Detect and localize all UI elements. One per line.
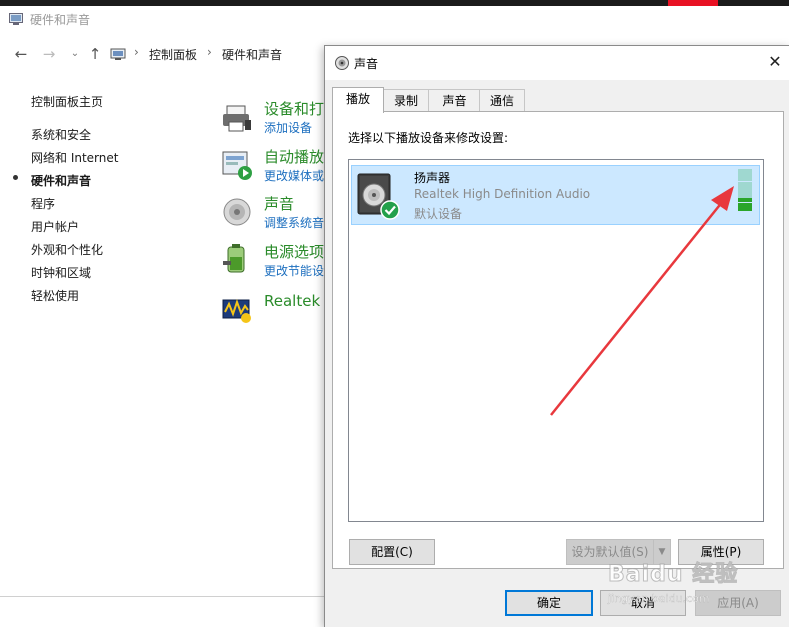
category-power-link[interactable]: 更改节能设 [264, 262, 324, 279]
sidebar-item-appearance[interactable]: 外观和个性化 [31, 241, 103, 258]
battery-icon[interactable] [221, 243, 253, 275]
sidebar-item-user-accounts[interactable]: 用户帐户 [31, 218, 79, 235]
device-status: 默认设备 [414, 207, 463, 221]
window-title: 硬件和声音 [30, 13, 91, 27]
breadcrumb-hardware-sound[interactable]: 硬件和声音 [222, 46, 282, 63]
up-arrow-icon[interactable]: ↑ [86, 45, 104, 63]
apply-button[interactable]: 应用(A) [695, 590, 781, 616]
tab-recording[interactable]: 录制 [382, 89, 430, 112]
control-panel-icon [9, 13, 23, 25]
tab-sounds[interactable]: 声音 [428, 89, 481, 112]
category-autoplay-link[interactable]: 更改媒体或 [264, 167, 324, 184]
sound-dialog: 声音 ✕ 播放 录制 声音 通信 选择以下播放设备来修改设置: 扬声器 Real… [324, 45, 789, 627]
category-devices-title[interactable]: 设备和打 [264, 98, 324, 119]
set-default-button[interactable]: 设为默认值(S) [566, 539, 654, 565]
device-item-speaker[interactable]: 扬声器 Realtek High Definition Audio 默认设备 [351, 165, 760, 225]
category-autoplay-title[interactable]: 自动播放 [264, 146, 324, 167]
category-sound-title[interactable]: 声音 [264, 193, 294, 214]
speaker-device-icon [356, 172, 400, 220]
cancel-button[interactable]: 取消 [600, 590, 686, 616]
properties-button[interactable]: 属性(P) [678, 539, 764, 565]
ok-button[interactable]: 确定 [505, 590, 593, 616]
sidebar-item-network[interactable]: 网络和 Internet [31, 149, 118, 166]
speaker-icon[interactable] [221, 196, 253, 228]
close-icon[interactable]: ✕ [765, 52, 785, 72]
autoplay-icon[interactable] [221, 149, 253, 181]
dialog-title: 声音 [354, 57, 379, 71]
breadcrumb-control-panel[interactable]: 控制面板 [149, 46, 197, 63]
category-power-title[interactable]: 电源选项 [264, 241, 324, 262]
configure-button[interactable]: 配置(C) [349, 539, 435, 565]
category-sound-link[interactable]: 调整系统音 [264, 214, 324, 231]
control-panel-titlebar: 硬件和声音 [0, 6, 789, 32]
device-name: 扬声器 [414, 171, 451, 185]
current-item-bullet [13, 175, 18, 180]
forward-arrow-icon[interactable]: → [40, 45, 58, 63]
tab-playback[interactable]: 播放 [332, 87, 384, 113]
device-list[interactable]: 扬声器 Realtek High Definition Audio 默认设备 [348, 159, 764, 522]
category-realtek-title[interactable]: Realtek [264, 292, 320, 310]
sidebar-item-system-security[interactable]: 系统和安全 [31, 126, 91, 143]
sidebar-item-programs[interactable]: 程序 [31, 195, 55, 212]
sidebar-home-link[interactable]: 控制面板主页 [31, 93, 103, 110]
instruction-text: 选择以下播放设备来修改设置: [348, 131, 509, 145]
device-description: Realtek High Definition Audio [414, 187, 591, 201]
chevron-down-icon[interactable]: ⌄ [66, 45, 84, 63]
sidebar-item-clock-region[interactable]: 时钟和区域 [31, 264, 91, 281]
playback-tab-panel: 选择以下播放设备来修改设置: 扬声器 Realtek High Definiti [332, 111, 784, 569]
breadcrumb-separator-icon: › [134, 45, 139, 59]
printer-icon[interactable] [221, 102, 253, 134]
dialog-titlebar: 声音 ✕ [325, 46, 789, 80]
sidebar-item-hardware-sound[interactable]: 硬件和声音 [31, 172, 91, 189]
category-devices-link[interactable]: 添加设备 [264, 119, 312, 136]
breadcrumb-separator-icon: › [207, 45, 212, 59]
volume-level-bar [738, 206, 752, 211]
set-default-dropdown-icon[interactable]: ▼ [653, 539, 671, 565]
back-arrow-icon[interactable]: ← [12, 45, 30, 63]
realtek-audio-icon[interactable] [221, 294, 253, 326]
speaker-icon [334, 55, 350, 71]
control-panel-icon [110, 46, 126, 62]
volume-level-meter [738, 169, 754, 211]
tab-communications[interactable]: 通信 [479, 89, 525, 112]
sidebar-item-ease-of-access[interactable]: 轻松使用 [31, 287, 79, 304]
